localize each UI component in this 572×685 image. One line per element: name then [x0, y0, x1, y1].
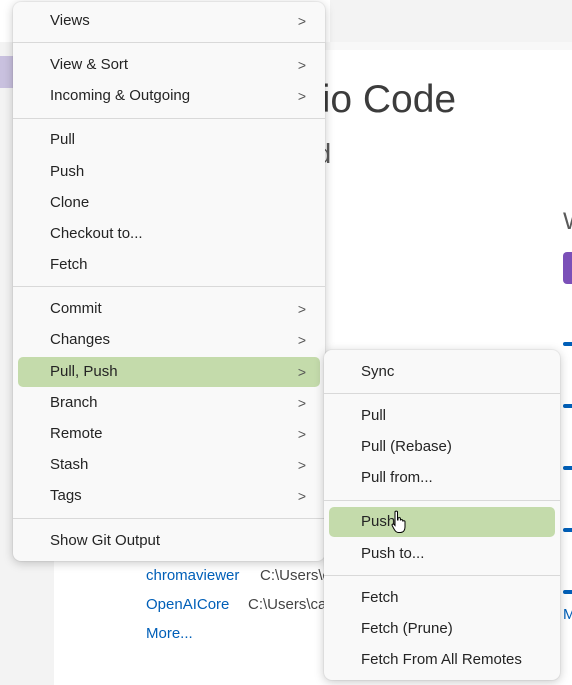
walkthrough-icon	[563, 252, 572, 284]
walkthrough-progress	[563, 466, 572, 470]
menu-item-label: Tags	[50, 487, 82, 504]
menu-separator	[13, 518, 325, 519]
menu-item-remote[interactable]: Remote >	[18, 419, 320, 449]
menu-item-label: Fetch	[361, 589, 399, 606]
menu-item-fetch[interactable]: Fetch	[18, 250, 320, 280]
menu-item-label: Pull from...	[361, 469, 433, 486]
recent-item-openaicore[interactable]: OpenAICore	[146, 596, 229, 613]
submenu-item-fetch[interactable]: Fetch	[329, 583, 555, 613]
chevron-right-icon: >	[297, 332, 306, 348]
chevron-right-icon: >	[297, 457, 306, 473]
menu-item-label: Pull, Push	[50, 363, 118, 380]
more-recent-link[interactable]: More...	[146, 625, 193, 642]
submenu-item-pull[interactable]: Pull	[329, 401, 555, 431]
git-context-menu: Views > View & Sort > Incoming & Outgoin…	[13, 2, 325, 561]
chevron-right-icon: >	[297, 57, 306, 73]
recent-item-chromaviewer[interactable]: chromaviewer	[146, 567, 239, 584]
menu-item-label: Fetch From All Remotes	[361, 651, 522, 668]
submenu-item-push[interactable]: Push	[329, 507, 555, 537]
walkthroughs-heading: W	[563, 208, 572, 236]
chevron-right-icon: >	[297, 364, 306, 380]
menu-item-stash[interactable]: Stash >	[18, 450, 320, 480]
menu-separator	[324, 500, 560, 501]
chevron-right-icon: >	[297, 301, 306, 317]
menu-item-changes[interactable]: Changes >	[18, 325, 320, 355]
pull-push-submenu: Sync Pull Pull (Rebase) Pull from... Pus…	[324, 350, 560, 680]
menu-item-view-sort[interactable]: View & Sort >	[18, 50, 320, 80]
submenu-item-push-to[interactable]: Push to...	[329, 539, 555, 569]
menu-item-clone[interactable]: Clone	[18, 188, 320, 218]
menu-item-label: Checkout to...	[50, 225, 143, 242]
submenu-item-fetch-all-remotes[interactable]: Fetch From All Remotes	[329, 645, 555, 675]
menu-item-label: Branch	[50, 394, 98, 411]
menu-item-label: Stash	[50, 456, 89, 473]
walkthrough-progress	[563, 590, 572, 594]
menu-item-label: View & Sort	[50, 56, 129, 73]
menu-item-tags[interactable]: Tags >	[18, 481, 320, 511]
walkthrough-progress	[563, 342, 572, 346]
activity-bar-active-item[interactable]	[0, 56, 14, 88]
hand-cursor-icon	[391, 510, 406, 533]
menu-item-label: Pull	[361, 407, 387, 424]
submenu-item-fetch-prune[interactable]: Fetch (Prune)	[329, 614, 555, 644]
menu-item-label: Changes	[50, 331, 111, 348]
menu-item-label: Fetch (Prune)	[361, 620, 453, 637]
chevron-right-icon: >	[297, 426, 306, 442]
chevron-right-icon: >	[297, 395, 306, 411]
submenu-item-pull-from[interactable]: Pull from...	[329, 463, 555, 493]
menu-item-label: Incoming & Outgoing	[50, 87, 191, 104]
menu-item-label: Commit	[50, 300, 102, 317]
menu-item-show-git-output[interactable]: Show Git Output	[18, 526, 320, 556]
menu-item-checkout[interactable]: Checkout to...	[18, 219, 320, 249]
submenu-item-pull-rebase[interactable]: Pull (Rebase)	[329, 432, 555, 462]
menu-item-label: Remote	[50, 425, 103, 442]
menu-separator	[13, 42, 325, 43]
menu-item-label: Pull (Rebase)	[361, 438, 452, 455]
menu-item-label: Push	[50, 163, 85, 180]
more-walkthroughs-link[interactable]: M	[563, 606, 572, 623]
menu-separator	[13, 286, 325, 287]
menu-item-incoming-outgoing[interactable]: Incoming & Outgoing >	[18, 81, 320, 111]
menu-separator	[13, 118, 325, 119]
submenu-item-sync[interactable]: Sync	[329, 357, 555, 387]
recent-path: C:\Users\ca	[248, 596, 327, 613]
menu-separator	[324, 575, 560, 576]
menu-item-label: Push to...	[361, 545, 425, 562]
menu-item-pull-push[interactable]: Pull, Push >	[18, 357, 320, 387]
menu-item-branch[interactable]: Branch >	[18, 388, 320, 418]
menu-item-label: Show Git Output	[50, 532, 161, 549]
menu-separator	[324, 393, 560, 394]
menu-item-pull[interactable]: Pull	[18, 125, 320, 155]
walkthrough-progress	[563, 404, 572, 408]
menu-item-commit[interactable]: Commit >	[18, 294, 320, 324]
menu-item-label: Sync	[361, 363, 395, 380]
menu-item-views[interactable]: Views >	[18, 6, 320, 36]
chevron-right-icon: >	[297, 88, 306, 104]
menu-item-label: Pull	[50, 131, 76, 148]
menu-item-push[interactable]: Push	[18, 157, 320, 187]
menu-item-label: Fetch	[50, 256, 88, 273]
recent-path: C:\Users\c	[260, 567, 331, 584]
menu-item-label: Clone	[50, 194, 90, 211]
chevron-right-icon: >	[297, 13, 306, 29]
chevron-right-icon: >	[297, 488, 306, 504]
menu-item-label: Views	[50, 12, 90, 29]
walkthrough-progress	[563, 528, 572, 532]
